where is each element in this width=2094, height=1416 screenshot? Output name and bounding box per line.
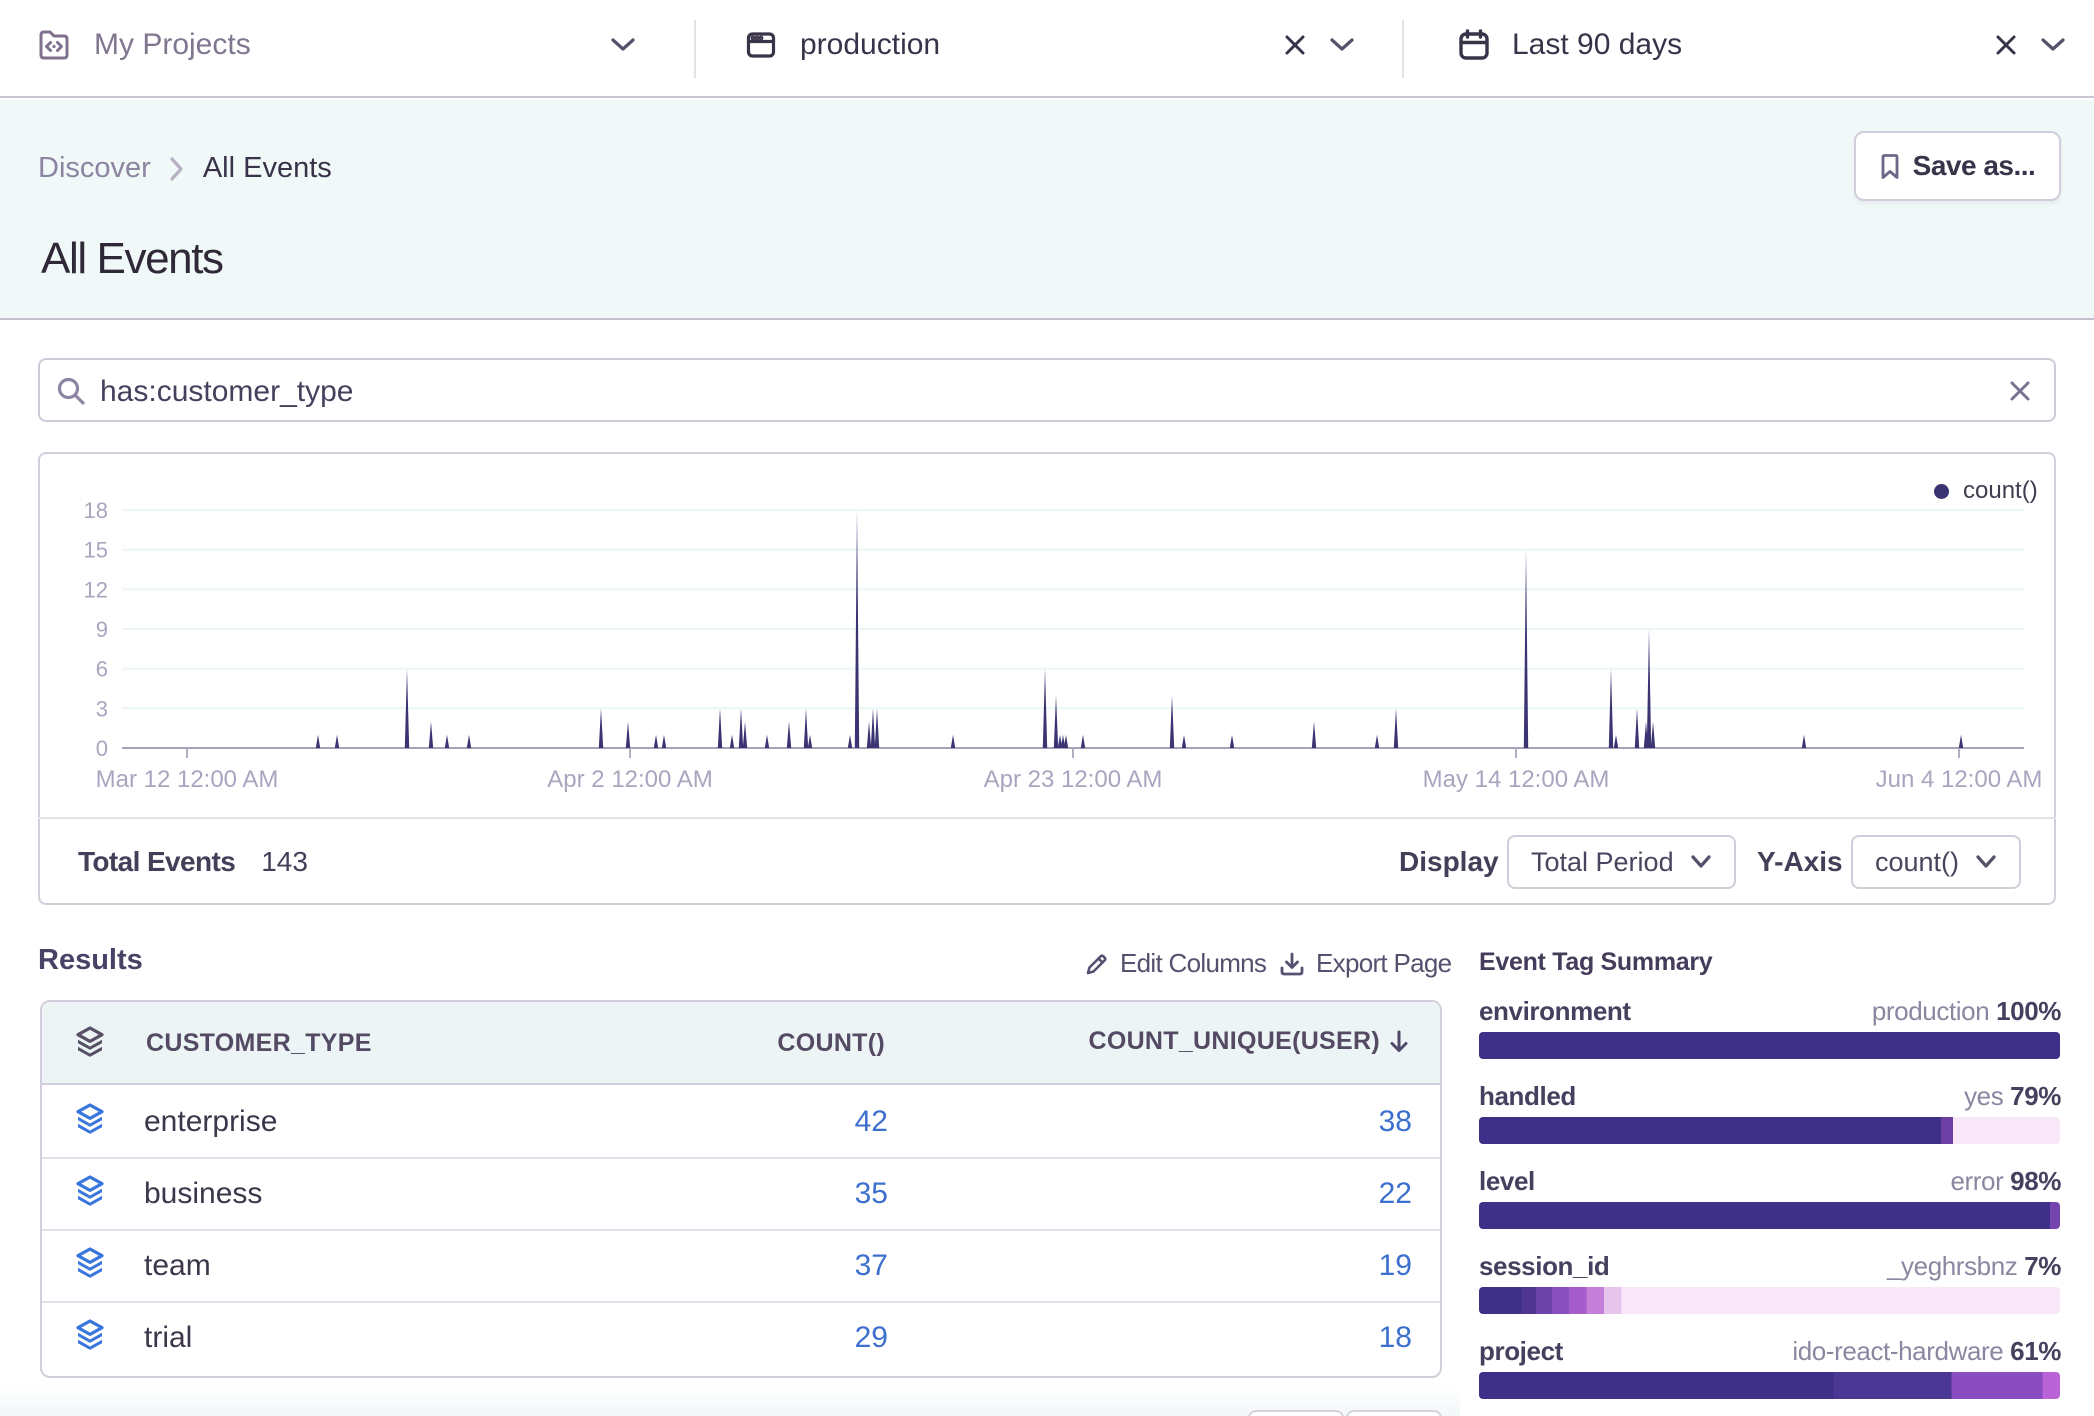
svg-text:Jun 4 12:00 AM: Jun 4 12:00 AM <box>1876 766 2043 793</box>
svg-text:Apr 2 12:00 AM: Apr 2 12:00 AM <box>547 766 712 793</box>
svg-text:15: 15 <box>84 538 108 563</box>
svg-text:0: 0 <box>96 736 108 761</box>
svg-text:18: 18 <box>84 498 108 523</box>
svg-text:Mar 12 12:00 AM: Mar 12 12:00 AM <box>96 766 279 793</box>
svg-text:May 14 12:00 AM: May 14 12:00 AM <box>1423 766 1610 793</box>
svg-text:9: 9 <box>96 617 108 642</box>
svg-text:6: 6 <box>96 657 108 682</box>
svg-text:12: 12 <box>84 577 108 602</box>
svg-text:Apr 23 12:00 AM: Apr 23 12:00 AM <box>984 766 1163 793</box>
svg-text:3: 3 <box>96 696 108 721</box>
